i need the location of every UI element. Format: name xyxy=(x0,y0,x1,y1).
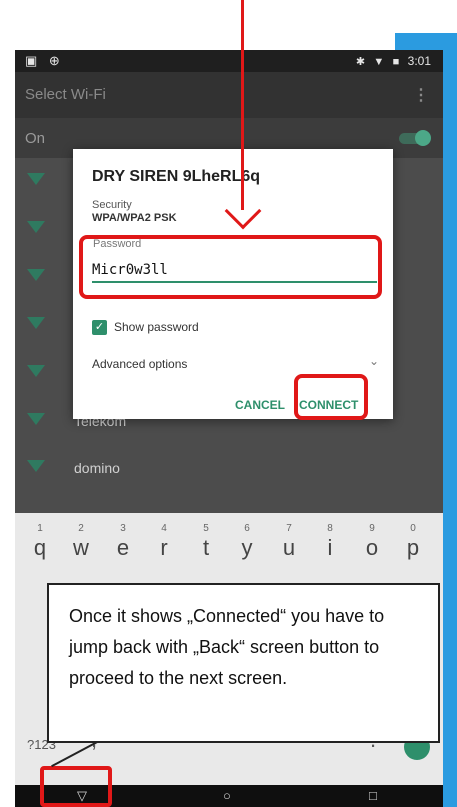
key-e[interactable]: 3e xyxy=(108,523,138,561)
key-label: q xyxy=(33,535,47,560)
battery-icon: ■ xyxy=(392,56,400,68)
wifi-signal-icon xyxy=(27,317,45,329)
key-u[interactable]: 7u xyxy=(274,523,304,561)
key-number-hint: 8 xyxy=(327,523,333,534)
status-indicators: ✱ ▼ ■ 3:01 xyxy=(356,54,431,68)
security-label: Security xyxy=(92,199,132,211)
advanced-options-toggle[interactable]: Advanced options xyxy=(92,357,187,371)
wifi-toggle[interactable] xyxy=(399,130,431,146)
key-y[interactable]: 6y xyxy=(232,523,262,561)
key-label: u xyxy=(282,535,296,560)
wifi-signal-icon xyxy=(27,460,45,472)
key-label: t xyxy=(202,535,210,560)
notification-icons: ▣ ⊕ xyxy=(25,53,64,68)
show-password-label: Show password xyxy=(114,320,199,334)
wifi-switch-label: On xyxy=(25,130,46,147)
key-t[interactable]: 5t xyxy=(191,523,221,561)
network-row[interactable]: domino xyxy=(15,445,443,491)
password-highlight-box xyxy=(79,235,382,299)
key-w[interactable]: 2w xyxy=(66,523,96,561)
page-title: Select Wi-Fi xyxy=(25,86,106,103)
key-number-hint: 5 xyxy=(203,523,209,534)
connect-highlight-box xyxy=(294,374,368,420)
chevron-down-icon[interactable]: ⌄ xyxy=(369,354,379,368)
annotation-arrow xyxy=(241,0,244,210)
security-value: WPA/WPA2 PSK xyxy=(92,212,177,224)
recents-icon[interactable]: □ xyxy=(369,788,377,803)
key-p[interactable]: 0p xyxy=(398,523,428,561)
clock: 3:01 xyxy=(407,54,431,68)
wifi-signal-icon xyxy=(27,365,45,377)
bluetooth-icon: ✱ xyxy=(355,56,366,68)
side-strip xyxy=(443,33,457,807)
key-r[interactable]: 4r xyxy=(149,523,179,561)
cancel-button[interactable]: CANCEL xyxy=(235,398,285,412)
keyboard-row: 1q 2w 3e 4r 5t 6y 7u 8i 9o 0p xyxy=(15,521,443,561)
key-label: r xyxy=(160,535,168,560)
more-options-icon[interactable]: ⋮ xyxy=(413,85,429,105)
instruction-callout: Once it shows „Connected“ you have to ju… xyxy=(47,583,440,743)
key-label: p xyxy=(406,535,420,560)
key-label: w xyxy=(73,535,89,560)
key-number-hint: 4 xyxy=(161,523,167,534)
key-label: y xyxy=(241,535,253,560)
dialog-title: DRY SIREN 9LheRL6q xyxy=(92,168,261,185)
key-number-hint: 9 xyxy=(369,523,375,534)
key-number-hint: 7 xyxy=(286,523,292,534)
back-button-highlight-box xyxy=(40,766,112,807)
home-icon[interactable]: ○ xyxy=(223,788,231,803)
key-label: e xyxy=(116,535,130,560)
key-number-hint: 6 xyxy=(244,523,250,534)
key-o[interactable]: 9o xyxy=(357,523,387,561)
app-bar: Select Wi-Fi ⋮ xyxy=(15,72,443,118)
key-q[interactable]: 1q xyxy=(25,523,55,561)
wifi-signal-icon xyxy=(27,413,45,425)
wifi-signal-icon xyxy=(27,269,45,281)
wifi-signal-icon xyxy=(27,173,45,185)
stage: ▣ ⊕ ✱ ▼ ■ 3:01 Select Wi-Fi ⋮ On Telekom… xyxy=(0,0,457,807)
key-number-hint: 2 xyxy=(78,523,84,534)
checkbox-check-icon: ✓ xyxy=(92,320,107,335)
key-number-hint: 0 xyxy=(410,523,416,534)
key-number-hint: 3 xyxy=(120,523,126,534)
toggle-knob xyxy=(415,130,431,146)
key-label: o xyxy=(365,535,379,560)
key-number-hint: 1 xyxy=(37,523,43,534)
key-label: i xyxy=(327,535,333,560)
network-name: domino xyxy=(74,460,120,476)
key-i[interactable]: 8i xyxy=(315,523,345,561)
status-bar: ▣ ⊕ ✱ ▼ ■ 3:01 xyxy=(15,50,443,72)
wifi-icon: ▼ xyxy=(373,56,385,68)
wifi-signal-icon xyxy=(27,221,45,233)
